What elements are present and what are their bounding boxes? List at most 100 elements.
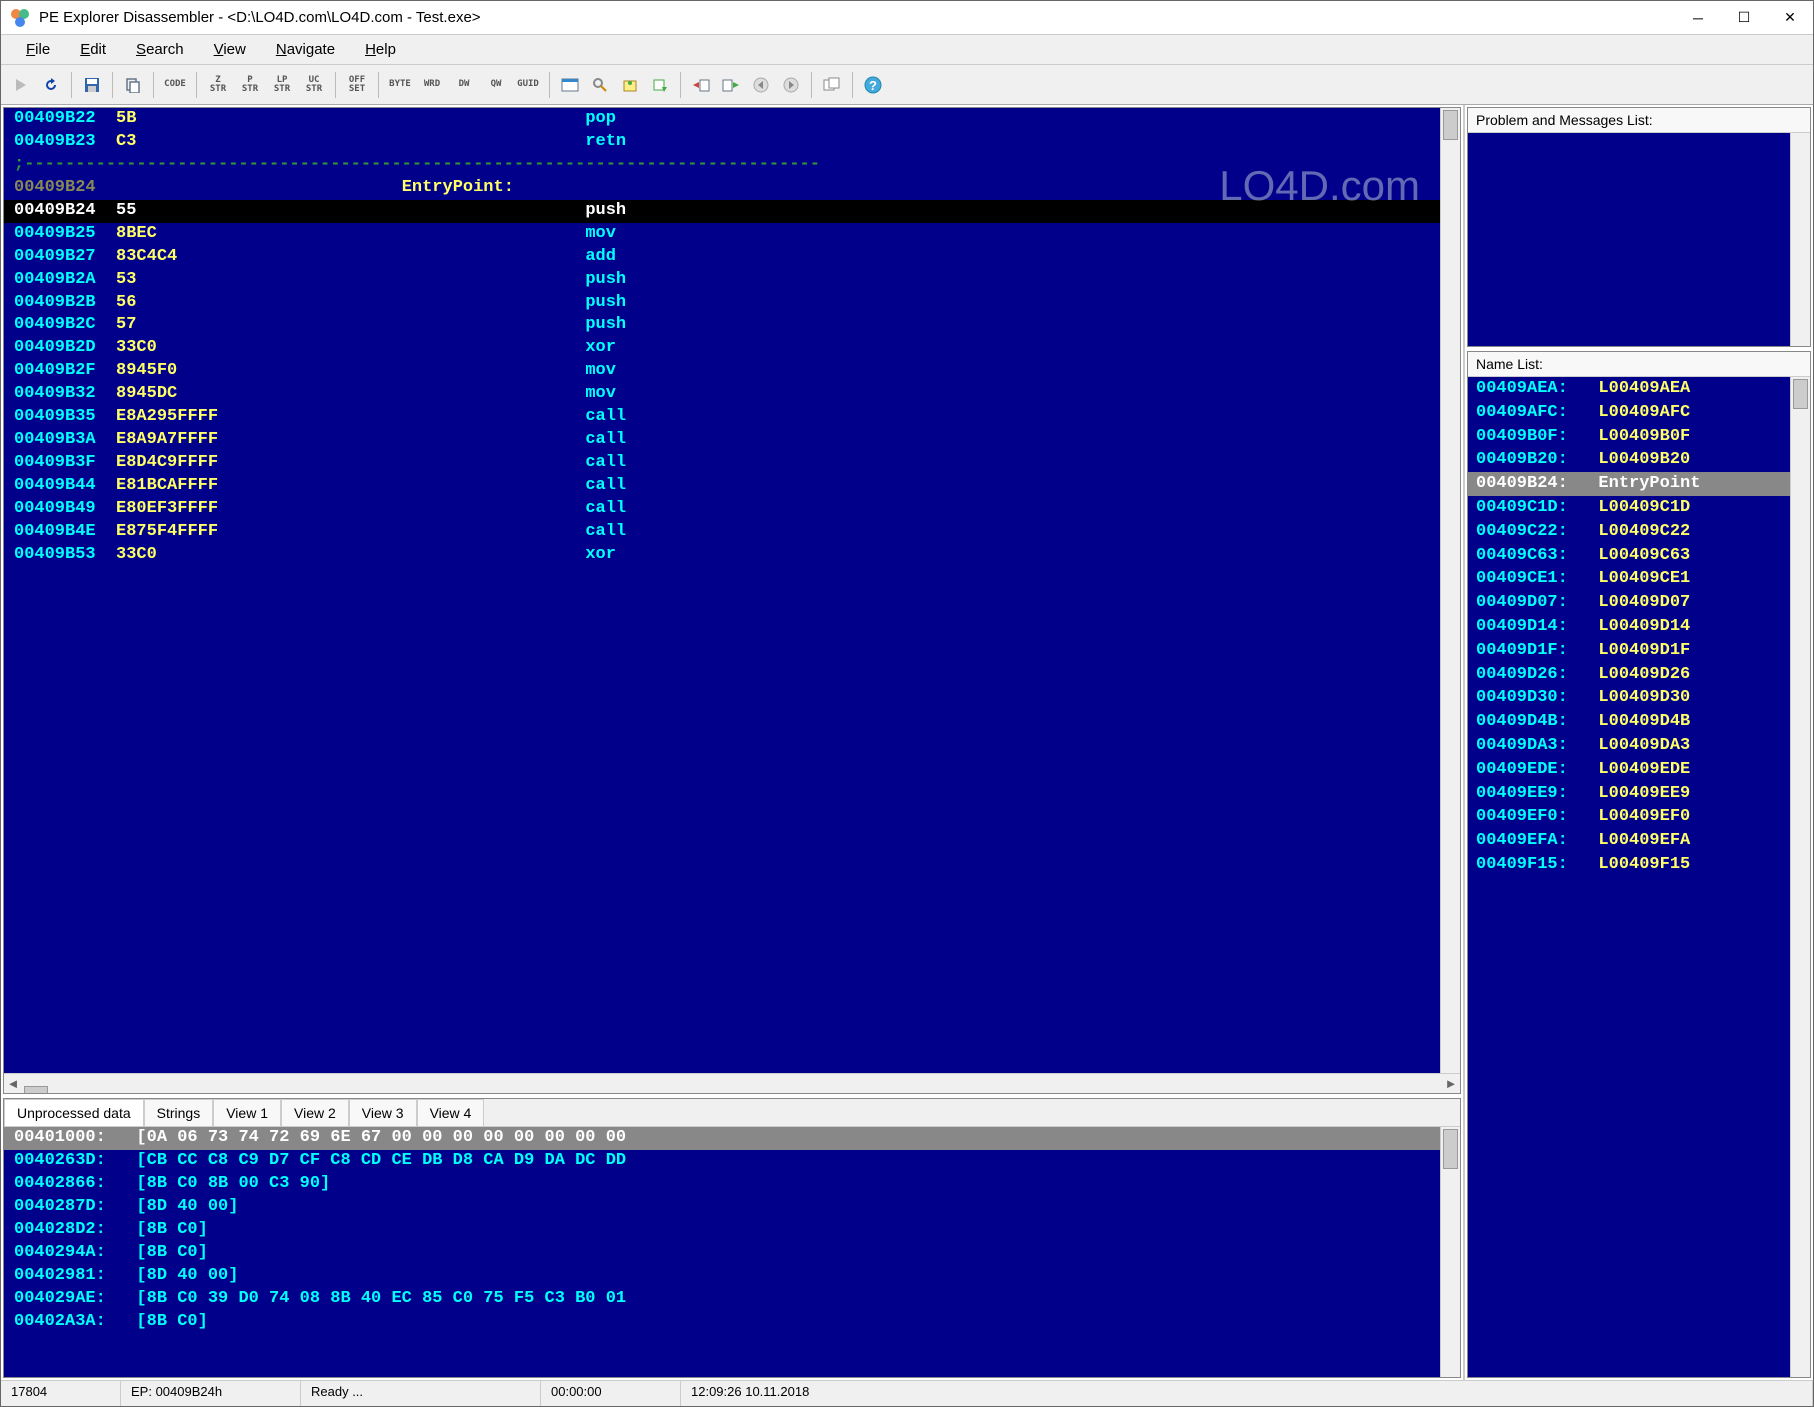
disasm-line[interactable]: 00409B49 E80EF3FFFF call [4, 498, 1440, 521]
hex-line[interactable]: 004028D2: [8B C0] [4, 1219, 1440, 1242]
toolbar-ucstr[interactable]: UC STR [299, 76, 329, 94]
toolbar-zstr[interactable]: Z STR [203, 76, 233, 94]
name-item[interactable]: 00409F15: L00409F15 [1468, 853, 1790, 877]
disasm-line[interactable]: 00409B2B 56 push [4, 292, 1440, 315]
toolbar-wrd[interactable]: WRD [417, 80, 447, 89]
back-button[interactable] [747, 71, 775, 99]
disasm-line[interactable]: 00409B25 8BEC mov [4, 223, 1440, 246]
tool2-button[interactable] [646, 71, 674, 99]
tool1-button[interactable] [616, 71, 644, 99]
disasm-line[interactable]: 00409B2F 8945F0 mov [4, 360, 1440, 383]
disasm-line[interactable]: 00409B53 33C0 xor [4, 544, 1440, 567]
toolbar-guid[interactable]: GUID [513, 80, 543, 89]
tab-view-1[interactable]: View 1 [213, 1099, 281, 1126]
name-item[interactable]: 00409EDE: L00409EDE [1468, 758, 1790, 782]
close-button[interactable]: ✕ [1767, 1, 1813, 35]
disasm-line[interactable]: 00409B44 E81BCAFFFF call [4, 475, 1440, 498]
name-item[interactable]: 00409EE9: L00409EE9 [1468, 782, 1790, 806]
toolbar-pstr[interactable]: P STR [235, 76, 265, 94]
name-item[interactable]: 00409C63: L00409C63 [1468, 544, 1790, 568]
disassembly-listing[interactable]: LO4D.com 00409B22 5B pop00409B23 C3 retn… [4, 108, 1440, 1073]
toolbar-code[interactable]: CODE [160, 80, 190, 89]
hex-line[interactable]: 00401000: [0A 06 73 74 72 69 6E 67 00 00… [4, 1127, 1440, 1150]
disasm-line[interactable]: ;---------------------------------------… [4, 154, 1440, 177]
disasm-line[interactable]: 00409B35 E8A295FFFF call [4, 406, 1440, 429]
name-list[interactable]: 00409AEA: L00409AEA00409AFC: L00409AFC00… [1468, 377, 1790, 1377]
menu-file[interactable]: File [11, 38, 65, 61]
name-item[interactable]: 00409CE1: L00409CE1 [1468, 567, 1790, 591]
messages-list[interactable] [1468, 133, 1790, 346]
tab-view-3[interactable]: View 3 [349, 1099, 417, 1126]
hex-line[interactable]: 0040263D: [CB CC C8 C9 D7 CF C8 CD CE DB… [4, 1150, 1440, 1173]
disasm-line[interactable]: 00409B3A E8A9A7FFFF call [4, 429, 1440, 452]
minimize-button[interactable]: ─ [1675, 1, 1721, 35]
disasm-line[interactable]: 00409B24 55 push [4, 200, 1440, 223]
name-item[interactable]: 00409D26: L00409D26 [1468, 663, 1790, 687]
disasm-vscroll[interactable] [1440, 108, 1460, 1073]
toolbar-lpstr[interactable]: LP STR [267, 76, 297, 94]
disasm-line[interactable]: 00409B32 8945DC mov [4, 383, 1440, 406]
tab-unprocessed-data[interactable]: Unprocessed data [4, 1099, 144, 1126]
hex-line[interactable]: 00402981: [8D 40 00] [4, 1265, 1440, 1288]
tab-view-4[interactable]: View 4 [417, 1099, 485, 1126]
hex-vscroll[interactable] [1440, 1127, 1460, 1377]
name-item[interactable]: 00409D07: L00409D07 [1468, 591, 1790, 615]
name-item[interactable]: 00409B24: EntryPoint [1468, 472, 1790, 496]
menu-view[interactable]: View [199, 38, 261, 61]
tab-strings[interactable]: Strings [144, 1099, 214, 1126]
tab-view-2[interactable]: View 2 [281, 1099, 349, 1126]
toolbar-byte[interactable]: BYTE [385, 80, 415, 89]
toolbar-dw[interactable]: DW [449, 80, 479, 89]
disasm-hscroll[interactable]: ◄► [4, 1073, 1460, 1093]
messages-panel: Problem and Messages List: [1467, 107, 1811, 347]
disasm-line[interactable]: 00409B27 83C4C4 add [4, 246, 1440, 269]
hex-line[interactable]: 004029AE: [8B C0 39 D0 74 08 8B 40 EC 85… [4, 1288, 1440, 1311]
toolbar-qw[interactable]: QW [481, 80, 511, 89]
name-item[interactable]: 00409EF0: L00409EF0 [1468, 805, 1790, 829]
window-button[interactable] [556, 71, 584, 99]
name-item[interactable]: 00409B0F: L00409B0F [1468, 425, 1790, 449]
disasm-line[interactable]: 00409B2D 33C0 xor [4, 337, 1440, 360]
name-item[interactable]: 00409D4B: L00409D4B [1468, 710, 1790, 734]
messages-vscroll[interactable] [1790, 133, 1810, 346]
run-button[interactable] [7, 71, 35, 99]
goto-source-button[interactable] [717, 71, 745, 99]
save-button[interactable] [78, 71, 106, 99]
disasm-line[interactable]: 00409B4E E875F4FFFF call [4, 521, 1440, 544]
forward-button[interactable] [777, 71, 805, 99]
hex-line[interactable]: 0040294A: [8B C0] [4, 1242, 1440, 1265]
menu-help[interactable]: Help [350, 38, 411, 61]
menu-search[interactable]: Search [121, 38, 199, 61]
refresh-button[interactable] [37, 71, 65, 99]
help-button[interactable]: ? [859, 71, 887, 99]
name-item[interactable]: 00409AEA: L00409AEA [1468, 377, 1790, 401]
menu-edit[interactable]: Edit [65, 38, 121, 61]
hex-line[interactable]: 0040287D: [8D 40 00] [4, 1196, 1440, 1219]
name-item[interactable]: 00409C1D: L00409C1D [1468, 496, 1790, 520]
find-button[interactable] [586, 71, 614, 99]
hex-line[interactable]: 00402866: [8B C0 8B 00 C3 90] [4, 1173, 1440, 1196]
toolbar-offset[interactable]: OFF SET [342, 76, 372, 94]
name-item[interactable]: 00409AFC: L00409AFC [1468, 401, 1790, 425]
name-item[interactable]: 00409D30: L00409D30 [1468, 686, 1790, 710]
goto-target-button[interactable] [687, 71, 715, 99]
copy-button[interactable] [119, 71, 147, 99]
hex-line[interactable]: 00402A3A: [8B C0] [4, 1311, 1440, 1334]
disasm-line[interactable]: 00409B2A 53 push [4, 269, 1440, 292]
name-item[interactable]: 00409C22: L00409C22 [1468, 520, 1790, 544]
disasm-line[interactable]: 00409B3F E8D4C9FFFF call [4, 452, 1440, 475]
name-item[interactable]: 00409DA3: L00409DA3 [1468, 734, 1790, 758]
name-item[interactable]: 00409D14: L00409D14 [1468, 615, 1790, 639]
menu-navigate[interactable]: Navigate [261, 38, 350, 61]
name-item[interactable]: 00409B20: L00409B20 [1468, 448, 1790, 472]
name-item[interactable]: 00409EFA: L00409EFA [1468, 829, 1790, 853]
maximize-button[interactable]: ☐ [1721, 1, 1767, 35]
names-vscroll[interactable] [1790, 377, 1810, 1377]
name-item[interactable]: 00409D1F: L00409D1F [1468, 639, 1790, 663]
disasm-line[interactable]: 00409B24 EntryPoint: [4, 177, 1440, 200]
disasm-line[interactable]: 00409B23 C3 retn [4, 131, 1440, 154]
disasm-line[interactable]: 00409B22 5B pop [4, 108, 1440, 131]
disasm-line[interactable]: 00409B2C 57 push [4, 314, 1440, 337]
hex-listing[interactable]: 00401000: [0A 06 73 74 72 69 6E 67 00 00… [4, 1127, 1440, 1377]
windows-button[interactable] [818, 71, 846, 99]
